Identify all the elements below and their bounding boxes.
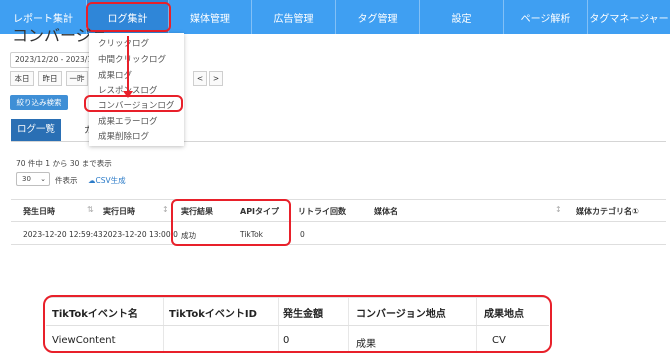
day-before-button[interactable]: 一昨 (66, 71, 88, 86)
page: レポート集計 ログ集計 媒体管理 広告管理 タグ管理 設定 ページ解析 タグマネ… (0, 0, 670, 356)
nav-item-tag-manager[interactable]: タグマネージャー (588, 0, 670, 34)
cloud-download-icon: ☁ (88, 176, 96, 185)
chevron-down-icon: ⌄ (40, 175, 46, 183)
cell-retry-count: 0 (300, 230, 305, 239)
detail-cell-event-name: ViewContent (52, 335, 116, 346)
annotation-arrow-head (123, 91, 133, 98)
result-count-text: 70 件中 1 から 30 まで表示 (16, 159, 112, 168)
date-range-input[interactable]: 2023/12/20 - 2023/12 (10, 52, 94, 68)
header-media-category[interactable]: 媒体カテゴリ名① (576, 206, 639, 217)
nav-item-ads[interactable]: 広告管理 (252, 0, 336, 34)
sort-icon[interactable]: ⇅ (87, 205, 94, 214)
header-occurred-at[interactable]: 発生日時 (23, 206, 55, 217)
nav-item-tags[interactable]: タグ管理 (336, 0, 420, 34)
dropdown-item-result-error-log[interactable]: 成果エラーログ (98, 115, 158, 127)
nav-item-media[interactable]: 媒体管理 (169, 0, 252, 34)
dropdown-item-conversion-log[interactable]: コンバージョンログ (98, 99, 174, 111)
prev-button[interactable]: < (193, 71, 207, 86)
detail-header-event-id: TikTokイベントID (169, 309, 257, 320)
log-dropdown-menu: クリックログ 中間クリックログ 成果ログ レスポンスログ コンバージョンログ 成… (89, 33, 184, 146)
sort-icon[interactable]: ↕ (555, 205, 562, 214)
annotation-arrow-line (127, 36, 129, 93)
sort-icon[interactable]: ↕ (162, 205, 169, 214)
detail-header-amount: 発生金額 (283, 309, 323, 320)
nav-item-page-analysis[interactable]: ページ解析 (504, 0, 588, 34)
header-result[interactable]: 実行結果 (181, 206, 213, 217)
header-executed-at[interactable]: 実行日時 (103, 206, 135, 217)
detail-top-line (46, 297, 549, 298)
cell-occurred-at: 2023-12-20 12:59:43 (23, 230, 103, 239)
dropdown-item-mid-click-log[interactable]: 中間クリックログ (98, 53, 166, 65)
per-page-value: 30 (22, 175, 31, 183)
detail-header-line (46, 325, 549, 326)
dropdown-item-result-delete-log[interactable]: 成果削除ログ (98, 130, 149, 142)
detail-header-result-point: 成果地点 (484, 309, 524, 320)
table-top-line (11, 199, 666, 200)
cell-result: 成功 (181, 231, 196, 240)
per-page-select[interactable]: 30 ⌄ (16, 172, 50, 186)
table-header-line (11, 221, 666, 222)
dropdown-item-click-log[interactable]: クリックログ (98, 37, 149, 49)
csv-generate-link[interactable]: ☁CSV生成 (88, 175, 126, 186)
header-media-name[interactable]: 媒体名 (374, 206, 398, 217)
today-button[interactable]: 本日 (10, 71, 34, 86)
nav-item-settings[interactable]: 設定 (420, 0, 504, 34)
header-api-type[interactable]: APIタイプ (240, 206, 279, 217)
per-page-label: 件表示 (55, 176, 78, 185)
filter-search-button[interactable]: 絞り込み検索 (10, 95, 68, 110)
detail-header-conversion-point: コンバージョン地点 (356, 309, 446, 320)
detail-cell-amount: 0 (283, 335, 290, 346)
detail-cell-conversion-point: 成果 (356, 339, 376, 350)
next-button[interactable]: > (209, 71, 223, 86)
csv-label: CSV生成 (95, 176, 126, 185)
tab-log-list[interactable]: ログ一覧 (11, 119, 61, 141)
detail-header-event-name: TikTokイベント名 (52, 309, 138, 320)
detail-cell-result-point: CV (492, 335, 506, 346)
cell-api-type: TikTok (240, 230, 264, 239)
header-retry-count[interactable]: リトライ回数 (298, 206, 346, 217)
table-bottom-line (11, 244, 666, 245)
yesterday-button[interactable]: 昨日 (38, 71, 62, 86)
cell-executed-at: 2023-12-20 13:00:0 (103, 230, 178, 239)
